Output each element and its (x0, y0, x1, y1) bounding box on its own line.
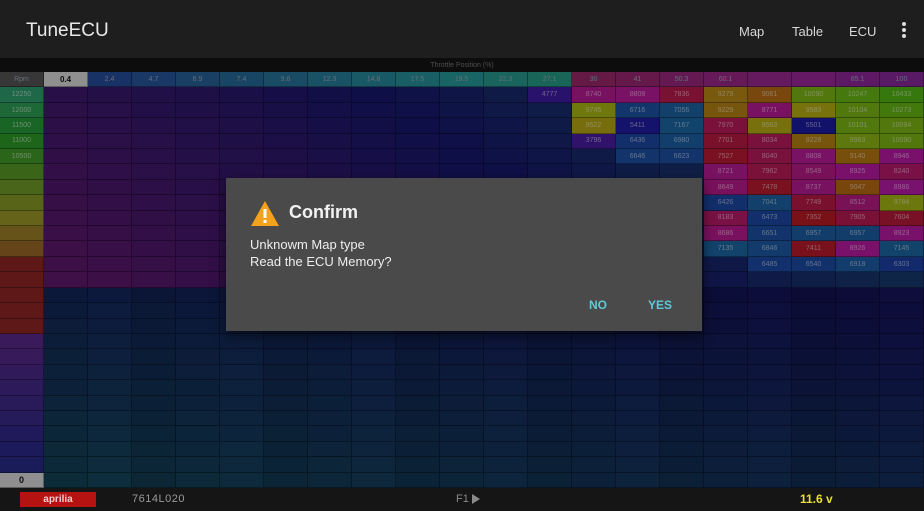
app-bar: TuneECU Map Table ECU (0, 0, 924, 58)
overflow-menu-icon[interactable] (898, 20, 910, 40)
menu-ecu[interactable]: ECU (849, 24, 876, 39)
yes-button[interactable]: YES (648, 298, 672, 312)
no-button[interactable]: NO (589, 298, 607, 312)
dialog-title: Confirm (289, 202, 358, 222)
dialog-message-line1: Unknowm Map type (250, 237, 365, 252)
status-bar: aprilia 7614L020 F1 11.6 v (0, 488, 924, 511)
warning-icon (251, 201, 279, 226)
menu-table[interactable]: Table (792, 24, 823, 39)
voltage-readout: 11.6 v (800, 492, 833, 506)
brand-logo: aprilia (20, 492, 96, 507)
app-title: TuneECU (26, 20, 109, 41)
play-icon[interactable] (472, 494, 480, 504)
dialog-message: Unknowm Map type Read the ECU Memory? (250, 236, 392, 270)
menu-map[interactable]: Map (739, 24, 764, 39)
ecu-id: 7614L020 (132, 493, 185, 505)
fkey-label[interactable]: F1 (456, 493, 469, 505)
dialog-message-line2: Read the ECU Memory? (250, 254, 392, 269)
confirm-dialog: Confirm Unknowm Map type Read the ECU Me… (226, 178, 702, 331)
